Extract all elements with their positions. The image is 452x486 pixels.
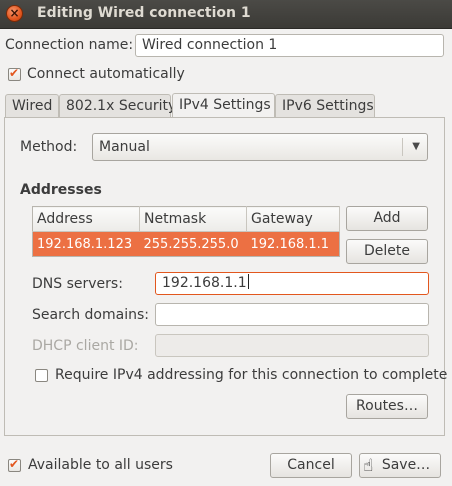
- method-select[interactable]: Manual ▼: [92, 133, 428, 161]
- window-title: Editing Wired connection 1: [37, 5, 251, 21]
- connect-automatically-label: Connect automatically: [27, 66, 185, 82]
- connection-name-field[interactable]: Wired connection 1: [135, 34, 444, 57]
- delete-address-button[interactable]: Delete: [346, 239, 428, 264]
- text-cursor: [247, 274, 249, 289]
- routes-button[interactable]: Routes…: [346, 394, 428, 419]
- cancel-button[interactable]: Cancel: [270, 453, 352, 478]
- available-all-users-checkbox[interactable]: [8, 457, 21, 472]
- dns-servers-value: 192.168.1.1: [162, 275, 247, 291]
- addresses-heading: Addresses: [20, 182, 102, 198]
- tab-8021x-security[interactable]: 802.1x Security: [59, 94, 176, 117]
- available-all-users-label: Available to all users: [28, 457, 173, 473]
- address-cell[interactable]: 192.168.1.123: [33, 232, 140, 257]
- connect-automatically-checkbox[interactable]: [8, 66, 21, 81]
- chevron-down-icon: ▼: [412, 141, 420, 152]
- gateway-cell[interactable]: 192.168.1.1: [247, 232, 340, 257]
- require-ipv4-checkbox[interactable]: [35, 369, 48, 382]
- table-row[interactable]: 192.168.1.123 255.255.255.0 192.168.1.1: [32, 231, 340, 257]
- hand-cursor-icon: ☝: [363, 456, 374, 476]
- save-label: Save…: [381, 457, 431, 473]
- close-icon: ×: [9, 6, 20, 20]
- tab-ipv4-settings[interactable]: IPv4 Settings: [172, 93, 275, 118]
- dns-servers-field[interactable]: 192.168.1.1: [155, 272, 429, 295]
- column-header-gateway[interactable]: Gateway: [246, 206, 340, 232]
- table-header: Address Netmask Gateway: [32, 206, 340, 232]
- addresses-table[interactable]: Address Netmask Gateway 192.168.1.123 25…: [32, 206, 340, 257]
- netmask-cell[interactable]: 255.255.255.0: [140, 232, 247, 257]
- column-header-netmask[interactable]: Netmask: [139, 206, 247, 232]
- method-value: Manual: [99, 139, 150, 155]
- search-domains-label: Search domains:: [32, 307, 149, 323]
- add-address-button[interactable]: Add: [346, 206, 428, 231]
- dns-servers-label: DNS servers:: [32, 276, 123, 292]
- tab-wired[interactable]: Wired: [5, 94, 59, 117]
- require-ipv4-label: Require IPv4 addressing for this connect…: [55, 367, 448, 383]
- method-label: Method:: [20, 139, 78, 155]
- column-header-address[interactable]: Address: [32, 206, 140, 232]
- tab-ipv6-settings[interactable]: IPv6 Settings: [275, 94, 375, 117]
- search-domains-field[interactable]: [155, 303, 429, 326]
- close-button[interactable]: ×: [6, 5, 23, 22]
- dhcp-client-id-label: DHCP client ID:: [32, 338, 139, 354]
- title-bar: × Editing Wired connection 1: [0, 0, 452, 29]
- combo-separator: [402, 138, 403, 156]
- connection-name-label: Connection name:: [5, 37, 134, 53]
- dhcp-client-id-field: [155, 334, 429, 357]
